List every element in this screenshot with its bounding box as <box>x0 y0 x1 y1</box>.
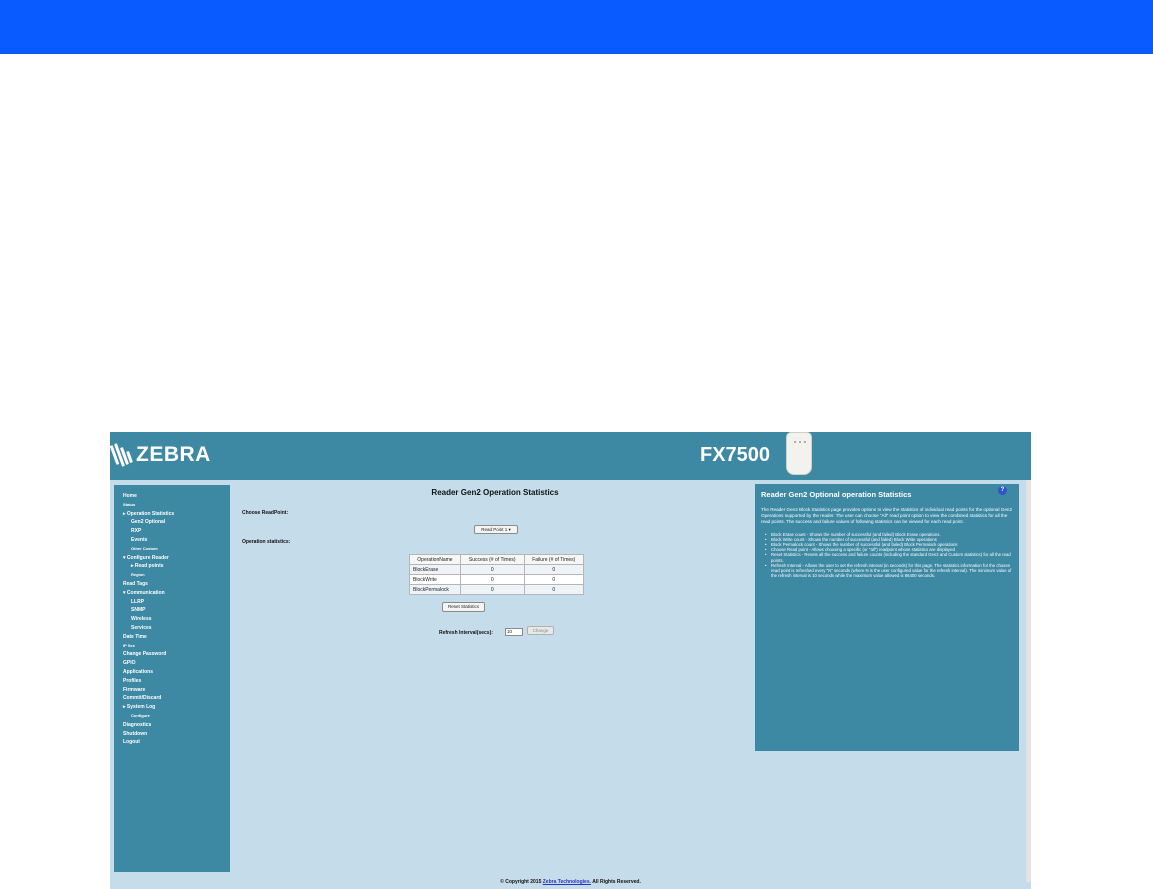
readpoint-select[interactable]: Read Point 1 ▾ <box>474 525 518 534</box>
reader-web-console: ZEBRA FX7500 Home Status ▸ Operation Sta… <box>110 432 1031 889</box>
operation-name: BlockPermalock <box>409 584 461 595</box>
operation-statistics-label: Operation statistics: <box>242 539 291 545</box>
sidebar-item-read-tags[interactable]: Read Tags <box>114 580 230 589</box>
sidebar-item-shutdown[interactable]: Shutdown <box>114 730 230 739</box>
column-header: Success (# of Times) <box>459 554 525 565</box>
column-header: Failure (# of Times) <box>523 554 585 565</box>
sidebar-item-region[interactable]: Region <box>114 571 230 580</box>
sidebar-item-gen2-optional[interactable]: Gen2 Optional <box>114 518 230 527</box>
sidebar-item-ip-sec[interactable]: IP Sec <box>114 642 230 651</box>
sidebar-item-configure-reader[interactable]: ▾ Configure Reader <box>114 554 230 563</box>
success-count: 0 <box>459 564 525 575</box>
choose-readpoint-label: Choose ReadPoint: <box>242 510 289 516</box>
sidebar-item-gpio[interactable]: GPIO <box>114 659 230 668</box>
sidebar-item-communication[interactable]: ▾ Communication <box>114 589 230 598</box>
failure-count: 0 <box>523 574 585 585</box>
table-row: BlockErase 0 0 <box>409 564 585 575</box>
brand-name: ZEBRA <box>136 443 211 466</box>
sidebar-item-wireless[interactable]: Wireless <box>114 615 230 624</box>
main-content: Reader Gen2 Operation Statistics Choose … <box>234 482 756 882</box>
rights-text: All Rights Reserved. <box>591 879 641 885</box>
table-row: BlockWrite 0 0 <box>409 574 585 585</box>
help-icon[interactable]: ? <box>998 486 1007 495</box>
help-intro: The Reader Gen2 Block Statistics page pr… <box>761 507 1013 525</box>
sidebar-item-llrp[interactable]: LLRP <box>114 598 230 607</box>
column-header: OperationName <box>409 554 461 565</box>
sidebar-item-status[interactable]: Status <box>114 501 230 510</box>
reset-statistics-button[interactable]: Reset Statistics <box>442 602 485 612</box>
sidebar-item-commit-discard[interactable]: Commit/Discard <box>114 694 230 703</box>
failure-count: 0 <box>523 584 585 595</box>
sidebar-item-operation-statistics[interactable]: ▸ Operation Statistics <box>114 510 230 519</box>
app-header: ZEBRA FX7500 <box>110 432 1031 480</box>
statistics-table: OperationName Success (# of Times) Failu… <box>409 554 585 595</box>
sidebar-item-change-password[interactable]: Change Password <box>114 650 230 659</box>
help-title: Reader Gen2 Optional operation Statistic… <box>761 490 912 499</box>
reader-device-image <box>786 432 812 475</box>
sidebar-item-logout[interactable]: Logout <box>114 738 230 747</box>
sidebar-item-rxp[interactable]: RXP <box>114 527 230 536</box>
help-panel: ? Reader Gen2 Optional operation Statist… <box>755 484 1019 751</box>
table-header-row: OperationName Success (# of Times) Failu… <box>409 554 585 565</box>
sidebar-item-diagnostics[interactable]: Diagnostics <box>114 721 230 730</box>
help-bullet: Reset Statistics - Resets all the succes… <box>765 552 1013 562</box>
model-name: FX7500 <box>700 444 771 466</box>
page-scrollbar[interactable] <box>1026 480 1031 882</box>
zebra-technologies-link[interactable]: Zebra Technologies. <box>543 879 591 885</box>
failure-count: 0 <box>523 564 585 575</box>
sidebar-item-date-time[interactable]: Date Time <box>114 633 230 642</box>
zebra-logo: ZEBRA <box>110 438 211 472</box>
success-count: 0 <box>459 584 525 595</box>
help-list: Block Erase count - Shows the number of … <box>761 532 1013 579</box>
sidebar-item-services[interactable]: Services <box>114 624 230 633</box>
help-bullet: Refresh Interval - Allows the user to se… <box>765 563 1013 579</box>
sidebar-item-profiles[interactable]: Profiles <box>114 677 230 686</box>
sidebar-nav: Home Status ▸ Operation Statistics Gen2 … <box>114 485 230 872</box>
sidebar-item-system-log[interactable]: ▸ System Log <box>114 703 230 712</box>
operation-name: BlockErase <box>409 564 461 575</box>
sidebar-item-read-points[interactable]: ▸ Read points <box>114 562 230 571</box>
refresh-interval-input[interactable]: 10 <box>505 628 523 636</box>
top-banner <box>0 0 1153 54</box>
page-title: Reader Gen2 Operation Statistics <box>431 488 559 497</box>
sidebar-item-applications[interactable]: Applications <box>114 668 230 677</box>
zebra-head-icon <box>110 441 133 469</box>
sidebar-item-snmp[interactable]: SNMP <box>114 606 230 615</box>
sidebar-item-firmware[interactable]: Firmware <box>114 686 230 695</box>
change-button[interactable]: Change <box>527 626 554 635</box>
sidebar-item-home[interactable]: Home <box>114 492 230 501</box>
success-count: 0 <box>459 574 525 585</box>
operation-name: BlockWrite <box>409 574 461 585</box>
refresh-interval-label: Refresh Interval(secs): <box>439 630 493 636</box>
sidebar-item-configure[interactable]: Configure <box>114 712 230 721</box>
copyright-text: © Copyright 2015 <box>500 879 543 885</box>
footer: © Copyright 2015 Zebra Technologies. All… <box>110 879 1031 885</box>
table-row: BlockPermalock 0 0 <box>409 584 585 595</box>
sidebar-item-events[interactable]: Events <box>114 536 230 545</box>
sidebar-item-other-custom[interactable]: Other Custom <box>114 545 230 554</box>
